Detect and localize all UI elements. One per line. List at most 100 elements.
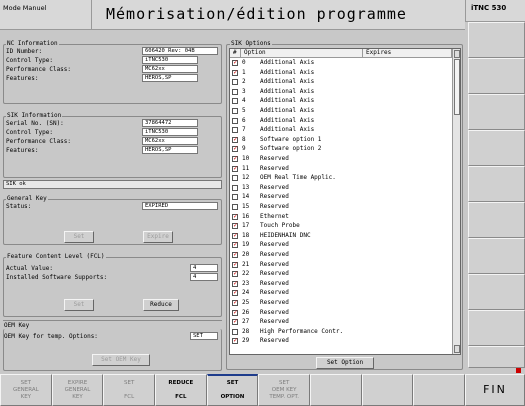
softkey-label [311,387,361,394]
option-row[interactable]: 5 Additional Axis [230,107,452,115]
id-number-value: 606420 Rev: 04B [142,47,218,55]
option-row[interactable]: ✓ 0 Additional Axis [230,59,452,67]
option-row[interactable]: ✓ 21 Reserved [230,261,452,269]
checkbox-checked-icon[interactable]: ✓ [232,290,238,297]
option-row[interactable]: ✓ 11 Reserved [230,165,452,173]
checkbox-checked-icon[interactable]: ✓ [232,60,238,66]
sik-options-list[interactable]: # Option Expires ✓ 0 Additional Axis ✓ 1 Addi… [229,48,461,355]
general-key-set-button[interactable]: Set [64,231,94,243]
vertical-softkey-7[interactable] [468,238,525,274]
set-option-button[interactable]: Set Option [316,357,374,369]
checkbox-icon[interactable] [232,328,238,335]
scroll-up-arrow-icon[interactable] [454,50,460,58]
option-row[interactable]: ✓ 8 Software option 1 [230,136,452,144]
softkey-9[interactable] [413,374,465,406]
softkey-7[interactable] [310,374,362,406]
general-key-expire-button[interactable]: Expire [143,231,173,243]
softkey-4[interactable]: REDUCE FCL [155,374,207,406]
column-header-number[interactable]: # [230,49,241,58]
checkbox-checked-icon[interactable]: ✓ [232,165,238,172]
sik-features-label: Features: [6,147,39,154]
checkbox-checked-icon[interactable]: ✓ [232,232,238,239]
checkbox-icon[interactable] [232,79,238,86]
option-row[interactable]: 2 Additional Axis [230,78,452,86]
option-row[interactable]: 13 Reserved [230,184,452,192]
option-row[interactable]: 14 Reserved [230,193,452,201]
fin-button[interactable]: FIN [465,374,525,406]
vertical-softkey-9[interactable] [468,310,525,346]
option-row[interactable]: ✓ 16 Ethernet [230,213,452,221]
softkey-3[interactable]: SET FCL [103,374,155,406]
checkbox-icon[interactable] [232,117,238,124]
vertical-softkey-3[interactable] [468,94,525,130]
checkbox-checked-icon[interactable]: ✓ [232,242,238,249]
option-row[interactable]: ✓ 10 Reserved [230,155,452,163]
checkbox-checked-icon[interactable]: ✓ [232,156,238,162]
vertical-softkey-5[interactable] [468,166,525,202]
checkbox-checked-icon[interactable]: ✓ [232,300,238,306]
scroll-thumb[interactable] [454,59,460,115]
checkbox-checked-icon[interactable]: ✓ [232,223,238,230]
softkey-label [104,387,154,394]
set-oem-key-button[interactable]: Set OEM Key [92,354,150,366]
checkbox-checked-icon[interactable]: ✓ [232,213,238,220]
checkbox-icon[interactable] [232,127,238,134]
softkey-2[interactable]: EXPIRE GENERAL KEY [51,374,104,406]
option-row[interactable]: ✓ 19 Reserved [230,241,452,249]
checkbox-checked-icon[interactable]: ✓ [232,146,238,153]
vertical-softkey-6[interactable] [468,202,525,238]
checkbox-checked-icon[interactable]: ✓ [232,280,238,287]
fcl-set-button[interactable]: Set [64,299,94,311]
option-row[interactable]: ✓ 18 HEIDENHAIN DNC [230,232,452,240]
softkey-6[interactable]: SET OEM KEY TEMP. OPT. [258,374,310,406]
checkbox-icon[interactable] [232,184,238,191]
softkey-1[interactable]: SET GENERAL KEY [0,374,52,406]
option-row[interactable]: ✓ 20 Reserved [230,251,452,259]
vertical-softkey-2[interactable] [468,58,525,94]
option-row[interactable]: 12 OEM Real Time Applic. [230,174,452,182]
vertical-softkey-1[interactable] [468,22,525,58]
softkey-5[interactable]: SET OPTION [206,374,259,406]
fcl-reduce-button[interactable]: Reduce [143,299,179,311]
checkbox-icon[interactable] [232,88,238,95]
checkbox-icon[interactable] [232,98,238,105]
option-row[interactable]: 6 Additional Axis [230,117,452,125]
vertical-softkey-10[interactable] [468,346,525,368]
softkey-8[interactable] [361,374,414,406]
option-row[interactable]: ✓ 9 Software option 2 [230,145,452,153]
checkbox-icon[interactable] [232,175,238,182]
option-row[interactable]: ✓ 22 Reserved [230,270,452,278]
scroll-down-arrow-icon[interactable] [454,345,460,353]
checkbox-checked-icon[interactable]: ✓ [232,261,238,268]
column-header-expires[interactable]: Expires [363,49,452,58]
option-row[interactable]: ✓ 17 Touch Probe [230,222,452,230]
checkbox-icon[interactable] [232,108,238,114]
option-number: 4 [242,97,246,105]
option-row[interactable]: 3 Additional Axis [230,88,452,96]
option-row[interactable]: ✓ 24 Reserved [230,289,452,297]
checkbox-icon[interactable] [232,204,238,210]
option-row[interactable]: ✓ 23 Reserved [230,280,452,288]
checkbox-checked-icon[interactable]: ✓ [232,136,238,143]
option-row[interactable]: 7 Additional Axis [230,126,452,134]
vertical-softkey-4[interactable] [468,130,525,166]
column-header-option[interactable]: Option [241,49,363,58]
checkbox-checked-icon[interactable]: ✓ [232,309,238,316]
checkbox-checked-icon[interactable]: ✓ [232,338,238,345]
option-row[interactable]: ✓ 25 Reserved [230,299,452,307]
checkbox-icon[interactable] [232,194,238,201]
option-row[interactable]: ✓ 29 Reserved [230,337,452,345]
oem-temp-label: OEM Key for temp. Options: [4,333,98,340]
vertical-softkey-8[interactable] [468,274,525,310]
checkbox-checked-icon[interactable]: ✓ [232,271,238,278]
option-row[interactable]: ✓ 1 Additional Axis [230,69,452,77]
option-row[interactable]: ✓ 27 Reserved [230,318,452,326]
checkbox-checked-icon[interactable]: ✓ [232,319,238,326]
checkbox-checked-icon[interactable]: ✓ [232,252,238,258]
option-row[interactable]: 4 Additional Axis [230,97,452,105]
option-row[interactable]: 15 Reserved [230,203,452,211]
checkbox-checked-icon[interactable]: ✓ [232,69,238,76]
option-row[interactable]: 28 High Performance Contr. [230,328,452,336]
list-scrollbar[interactable] [452,49,460,354]
option-row[interactable]: ✓ 26 Reserved [230,309,452,317]
